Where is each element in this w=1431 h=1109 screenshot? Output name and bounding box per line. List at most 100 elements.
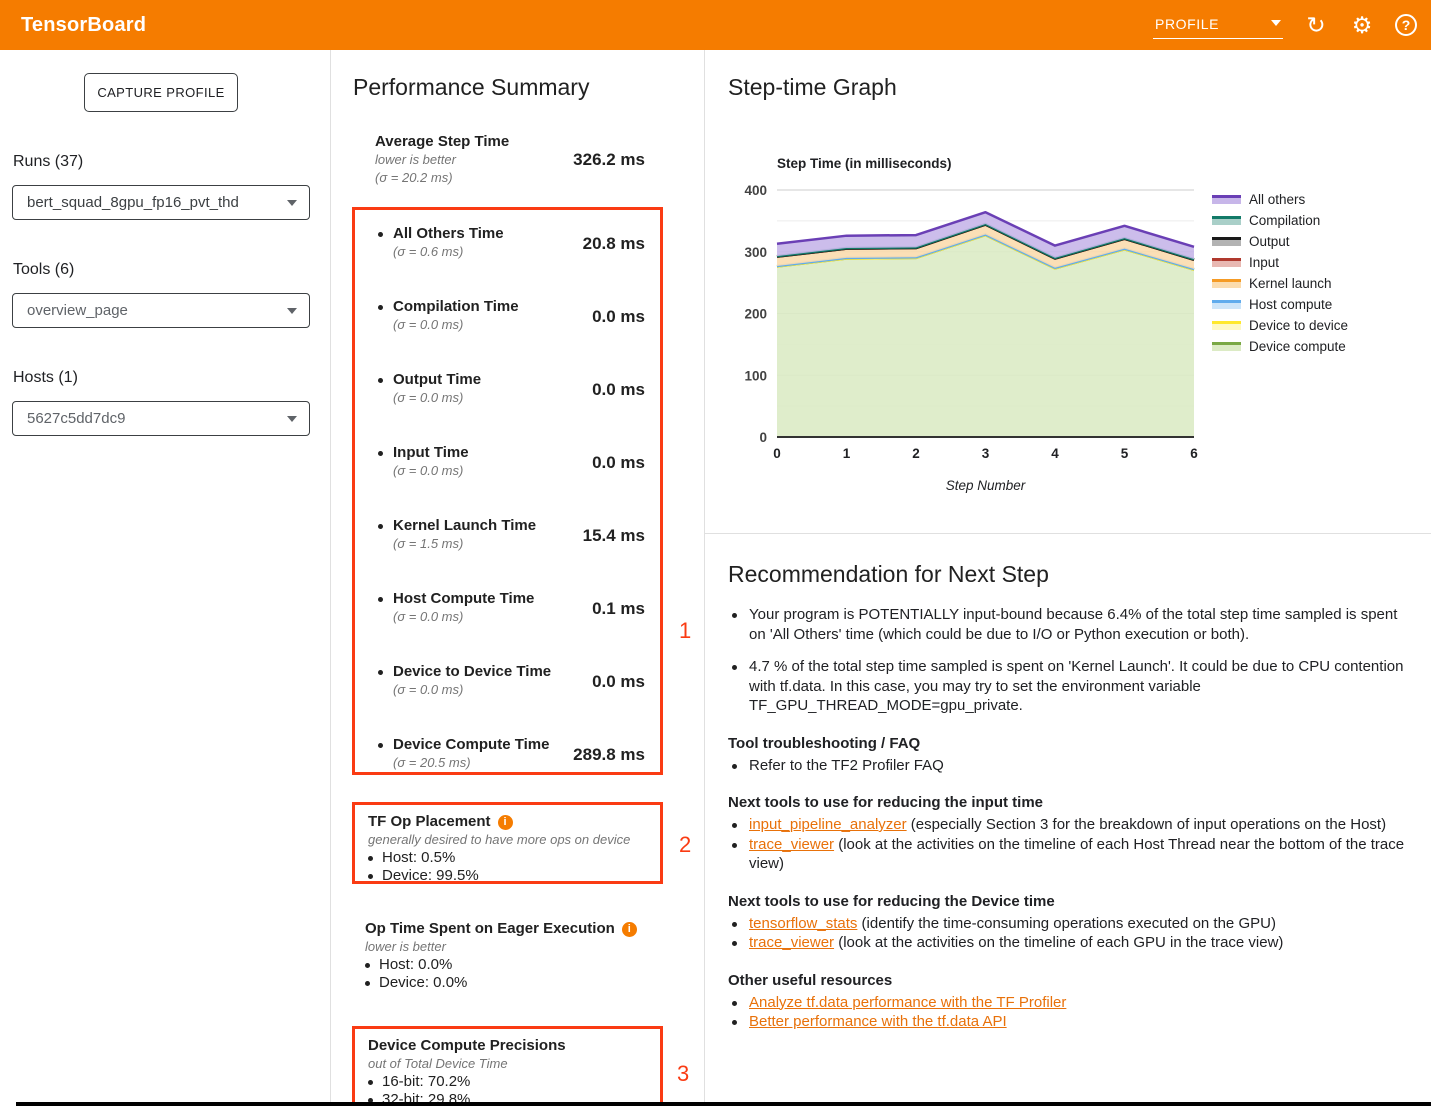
- annotation-label-2: 2: [679, 832, 691, 858]
- bullet-icon: [732, 1020, 737, 1025]
- recommendation-link[interactable]: trace_viewer: [749, 836, 834, 853]
- gear-icon[interactable]: ⚙: [1349, 14, 1375, 37]
- bullet-icon: [378, 670, 383, 675]
- metric-label: Device to Device Time: [393, 663, 592, 681]
- annotation-box-2: TF Op Placementigenerally desired to hav…: [352, 802, 663, 884]
- block-note: lower is better: [365, 938, 653, 956]
- bullet-icon: [378, 597, 383, 602]
- svg-text:3: 3: [982, 446, 990, 461]
- metric-row: Input Time(σ = 0.0 ms)0.0 ms: [378, 444, 645, 517]
- recommendation-subheading: Other useful resources: [728, 971, 1418, 990]
- dashboard-select[interactable]: PROFILE: [1153, 12, 1283, 39]
- legend-swatch-output: [1212, 237, 1241, 246]
- bullet-icon: [732, 613, 737, 618]
- block-item: Device: 99.5%: [368, 867, 650, 885]
- legend-label: Input: [1249, 255, 1279, 270]
- hosts-dropdown[interactable]: 5627c5dd7dc9: [12, 401, 310, 436]
- tools-dropdown[interactable]: overview_page: [12, 293, 310, 328]
- legend-swatch-device-to-device: [1212, 321, 1241, 330]
- bullet-icon: [732, 843, 737, 848]
- metric-row: Device to Device Time(σ = 0.0 ms)0.0 ms: [378, 663, 645, 736]
- app-header: TensorBoard PROFILE ↻ ⚙ ?: [0, 0, 1431, 50]
- metric-row: Kernel Launch Time(σ = 1.5 ms)15.4 ms: [378, 517, 645, 590]
- block-item-text: 32-bit: 29.8%: [382, 1091, 470, 1109]
- recommendation-link[interactable]: Analyze tf.data performance with the TF …: [749, 994, 1066, 1011]
- recommendation-subheading: Next tools to use for reducing the Devic…: [728, 892, 1418, 911]
- metric-label: Device Compute Time: [393, 736, 573, 754]
- bullet-icon: [365, 963, 370, 968]
- recommendation-title: Recommendation for Next Step: [728, 561, 1418, 588]
- metric-value: 0.1 ms: [592, 590, 645, 628]
- metric-label: Compilation Time: [393, 298, 592, 316]
- info-icon[interactable]: i: [498, 815, 513, 830]
- recommendation-item-text: Better performance with the tf.data API: [749, 1012, 1007, 1032]
- legend-item: Kernel launch: [1212, 273, 1348, 294]
- recommendation-section: Recommendation for Next Step Your progra…: [728, 561, 1418, 1032]
- recommendation-link[interactable]: input_pipeline_analyzer: [749, 816, 907, 833]
- recommendation-bullets: Your program is POTENTIALLY input-bound …: [728, 605, 1418, 716]
- info-icon[interactable]: i: [622, 922, 637, 937]
- sidebar: CAPTURE PROFILE Runs (37) bert_squad_8gp…: [0, 50, 330, 1106]
- svg-text:400: 400: [744, 183, 767, 198]
- recommendation-item: trace_viewer (look at the activities on …: [728, 835, 1418, 874]
- average-step-time-sigma: (σ = 20.2 ms): [375, 169, 573, 187]
- legend-item: All others: [1212, 189, 1348, 210]
- tools-dropdown-value: overview_page: [27, 302, 128, 319]
- bullet-icon: [378, 524, 383, 529]
- svg-text:1: 1: [843, 446, 851, 461]
- metric-sigma: (σ = 0.6 ms): [393, 243, 583, 261]
- recommendation-subsections: Tool troubleshooting / FAQ Refer to the T…: [728, 734, 1418, 1032]
- legend-swatch-input: [1212, 258, 1241, 267]
- page-bottom-border: [16, 1102, 1431, 1106]
- metric-label: Input Time: [393, 444, 592, 462]
- metric-sigma: (σ = 0.0 ms): [393, 462, 592, 480]
- recommendation-subheading: Tool troubleshooting / FAQ: [728, 734, 1418, 753]
- recommendation-link[interactable]: tensorflow_stats: [749, 915, 857, 932]
- legend-item: Input: [1212, 252, 1348, 273]
- metric-sigma: (σ = 1.5 ms): [393, 535, 583, 553]
- block-item-text: Host: 0.5%: [382, 849, 455, 867]
- refresh-icon[interactable]: ↻: [1303, 14, 1329, 37]
- annotation-box-3: Device Compute Precisionsout of Total De…: [352, 1026, 663, 1106]
- recommendation-item-text: Analyze tf.data performance with the TF …: [749, 993, 1066, 1013]
- svg-text:4: 4: [1051, 446, 1059, 461]
- hosts-label: Hosts (1): [13, 369, 78, 387]
- legend-swatch-compilation: [1212, 216, 1241, 225]
- legend-label: Kernel launch: [1249, 276, 1332, 291]
- header-actions: PROFILE ↻ ⚙ ?: [1153, 0, 1417, 50]
- recommendation-bullet: Your program is POTENTIALLY input-bound …: [728, 605, 1418, 644]
- bullet-icon: [368, 874, 373, 879]
- metric-value: 0.0 ms: [592, 298, 645, 336]
- step-time-panel: Step-time Graph 01002003004000123456Step…: [705, 50, 1431, 1106]
- legend-label: Device to device: [1249, 318, 1348, 333]
- caret-down-icon: [287, 200, 297, 206]
- capture-profile-button[interactable]: CAPTURE PROFILE: [84, 73, 238, 112]
- metric-label: Output Time: [393, 371, 592, 389]
- recommendation-item: Analyze tf.data performance with the TF …: [728, 993, 1418, 1013]
- metric-labels: Kernel Launch Time(σ = 1.5 ms): [393, 517, 583, 553]
- metric-row: Host Compute Time(σ = 0.0 ms)0.1 ms: [378, 590, 645, 663]
- annotation-box-1: All Others Time(σ = 0.6 ms)20.8 msCompil…: [352, 207, 663, 775]
- recommendation-item: trace_viewer (look at the activities on …: [728, 933, 1418, 953]
- performance-summary-title: Performance Summary: [353, 74, 589, 101]
- recommendation-link[interactable]: trace_viewer: [749, 934, 834, 951]
- help-icon[interactable]: ?: [1395, 14, 1417, 36]
- legend-swatch-all-others: [1212, 195, 1241, 204]
- runs-dropdown[interactable]: bert_squad_8gpu_fp16_pvt_thd: [12, 185, 310, 220]
- recommendation-item-text: Refer to the TF2 Profiler FAQ: [749, 756, 944, 776]
- recommendation-item: Refer to the TF2 Profiler FAQ: [728, 756, 1418, 776]
- block-item-text: Device: 99.5%: [382, 867, 479, 885]
- hosts-dropdown-value: 5627c5dd7dc9: [27, 410, 125, 427]
- metric-row: Compilation Time(σ = 0.0 ms)0.0 ms: [378, 298, 645, 371]
- legend-item: Compilation: [1212, 210, 1348, 231]
- metric-label: All Others Time: [393, 225, 583, 243]
- svg-text:300: 300: [744, 245, 767, 260]
- step-time-graph-title: Step-time Graph: [728, 74, 897, 101]
- recommendation-link[interactable]: Better performance with the tf.data API: [749, 1013, 1007, 1030]
- metric-labels: Host Compute Time(σ = 0.0 ms): [393, 590, 592, 626]
- app-title: TensorBoard: [21, 14, 146, 37]
- metric-sigma: (σ = 0.0 ms): [393, 316, 592, 334]
- runs-label: Runs (37): [13, 153, 83, 171]
- block-note: out of Total Device Time: [368, 1055, 650, 1073]
- bullet-icon: [378, 451, 383, 456]
